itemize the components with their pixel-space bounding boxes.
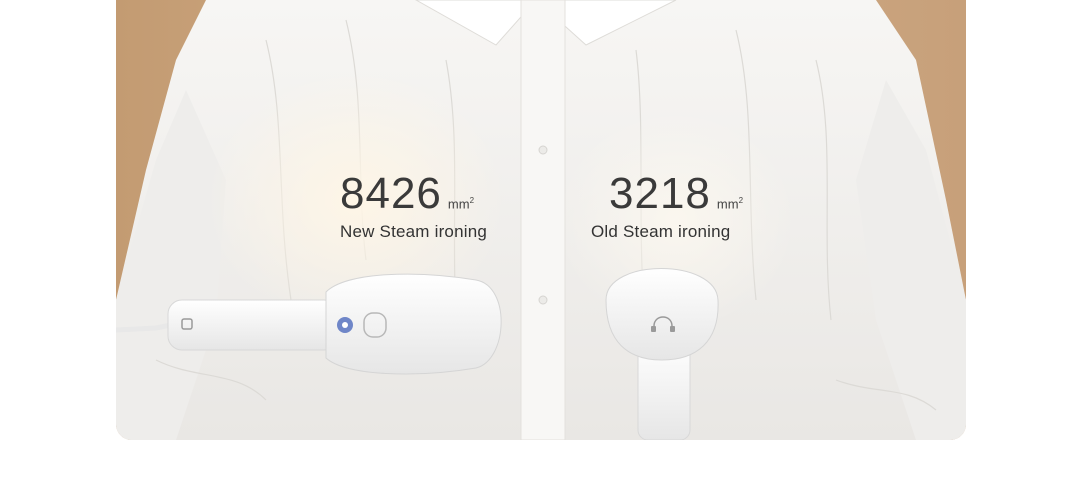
shirt-button bbox=[538, 145, 548, 155]
old-steam-stat: 3218 mm2 Old Steam ironing bbox=[591, 172, 743, 242]
product-comparison-page: 8426 mm2 New Steam ironing 3218 mm2 Old … bbox=[0, 0, 1080, 482]
old-steam-label: Old Steam ironing bbox=[591, 222, 731, 241]
new-steam-area-value: 8426 bbox=[340, 169, 442, 218]
new-steam-label: New Steam ironing bbox=[340, 222, 488, 241]
new-steam-area-unit: mm2 bbox=[447, 195, 475, 211]
shirt-button bbox=[538, 295, 548, 305]
product-photo-panel bbox=[116, 0, 966, 440]
old-steam-area-value: 3218 bbox=[609, 169, 711, 218]
shirt-photo bbox=[116, 0, 966, 440]
new-steam-stat: 8426 mm2 New Steam ironing bbox=[340, 172, 487, 242]
old-steam-area-unit: mm2 bbox=[716, 195, 744, 211]
